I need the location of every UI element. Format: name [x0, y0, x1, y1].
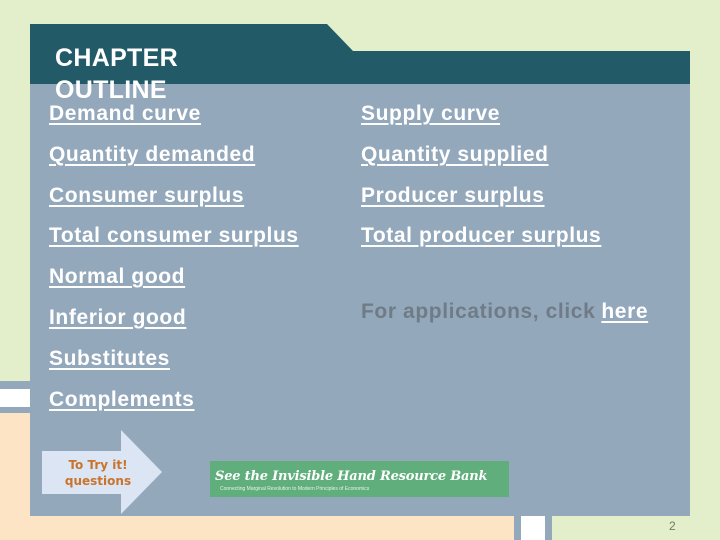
link-total-producer-surplus[interactable]: Total producer surplus	[361, 224, 601, 248]
applications-here-link[interactable]: here	[601, 300, 648, 323]
try-it-label: To Try it! questions	[42, 457, 154, 489]
chapter-title: CHAPTER OUTLINE	[55, 42, 255, 106]
chapter-title-line2: OUTLINE	[55, 76, 167, 104]
link-complements[interactable]: Complements	[49, 388, 194, 412]
link-normal-good[interactable]: Normal good	[49, 265, 185, 289]
link-quantity-demanded[interactable]: Quantity demanded	[49, 143, 255, 167]
decorative-stripe	[545, 516, 552, 540]
link-quantity-supplied[interactable]: Quantity supplied	[361, 143, 549, 167]
applications-text: For applications, click	[361, 300, 596, 323]
decorative-stripe	[0, 381, 30, 389]
try-it-line2: questions	[64, 474, 132, 488]
link-substitutes[interactable]: Substitutes	[49, 347, 170, 371]
link-supply-curve[interactable]: Supply curve	[361, 102, 500, 126]
decorative-stripe	[521, 516, 545, 540]
link-consumer-surplus[interactable]: Consumer surplus	[49, 184, 244, 208]
link-total-consumer-surplus[interactable]: Total consumer surplus	[49, 224, 299, 248]
link-producer-surplus[interactable]: Producer surplus	[361, 184, 544, 208]
link-inferior-good[interactable]: Inferior good	[49, 306, 186, 330]
page-number: 2	[669, 519, 676, 533]
try-it-questions-button[interactable]: To Try it! questions	[42, 430, 164, 515]
decorative-stripe	[0, 389, 30, 407]
resource-bank-subtitle: Connecting Marginal Revolution to Modern…	[220, 486, 370, 492]
resource-bank-title: See the Invisible Hand Resource Bank	[215, 469, 488, 484]
applications-line: For applications, click here	[361, 300, 648, 324]
resource-bank-banner[interactable]: See the Invisible Hand Resource Bank Con…	[210, 461, 509, 497]
try-it-line1: To Try it!	[68, 458, 128, 472]
chapter-title-line1: CHAPTER	[55, 44, 178, 72]
decorative-stripe	[0, 407, 30, 413]
decorative-stripe	[514, 516, 521, 540]
link-demand-curve[interactable]: Demand curve	[49, 102, 201, 126]
